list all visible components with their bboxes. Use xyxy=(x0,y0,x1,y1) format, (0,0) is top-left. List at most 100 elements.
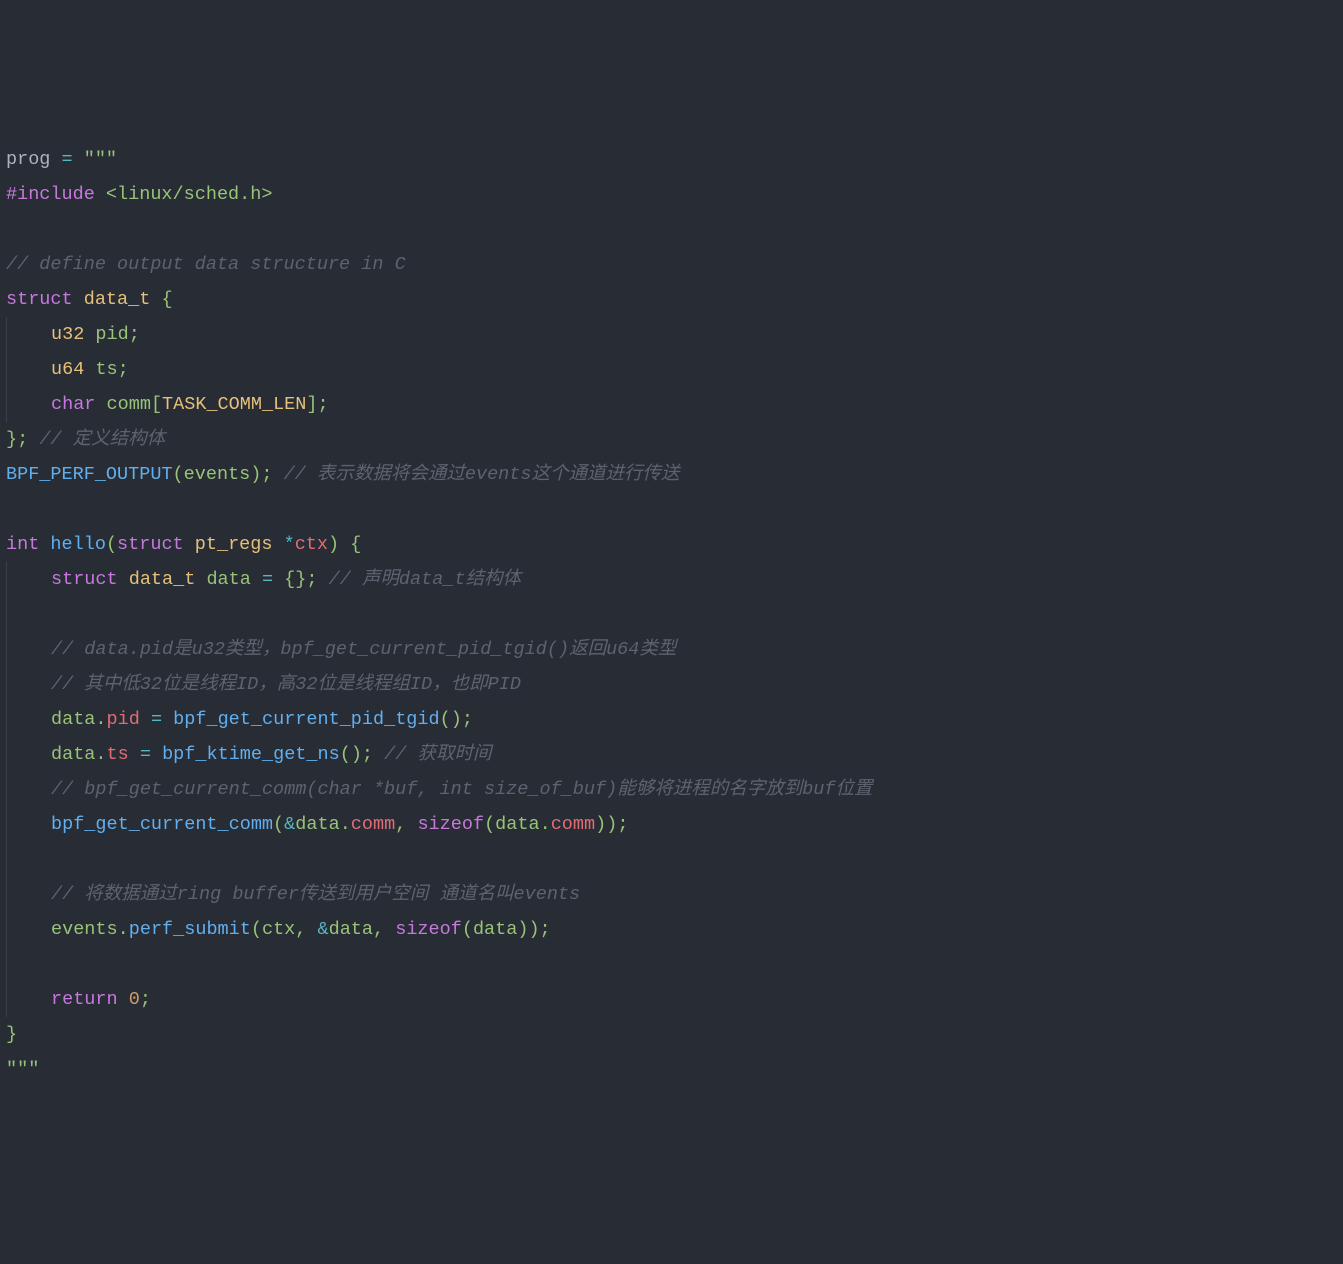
struct-close: }; xyxy=(6,429,39,450)
code-line[interactable] xyxy=(6,947,1343,982)
keyword-struct: struct xyxy=(51,569,118,590)
number-zero: 0 xyxy=(129,989,140,1010)
brace-close: } xyxy=(6,1024,17,1045)
function-hello: hello xyxy=(50,534,106,555)
space xyxy=(140,709,151,730)
dot: . xyxy=(118,919,129,940)
code-line[interactable]: // data.pid是u32类型，bpf_get_current_pid_tg… xyxy=(6,632,1343,667)
var-data: data xyxy=(206,569,262,590)
code-line[interactable]: }; // 定义结构体 xyxy=(6,422,1343,457)
task-comm-len: TASK_COMM_LEN xyxy=(162,394,306,415)
code-line[interactable] xyxy=(6,597,1343,632)
sizeof-arg1: (data xyxy=(484,814,540,835)
code-line[interactable]: data.ts = bpf_ktime_get_ns(); // 获取时间 xyxy=(6,737,1343,772)
args: (ctx, xyxy=(251,919,318,940)
code-line[interactable]: struct data_t { xyxy=(6,282,1343,317)
dot: . xyxy=(95,709,106,730)
code-line[interactable]: u64 ts; xyxy=(6,352,1343,387)
keyword-struct: struct xyxy=(117,534,184,555)
keyword-char: char xyxy=(51,394,95,415)
code-line[interactable]: events.perf_submit(ctx, &data, sizeof(da… xyxy=(6,912,1343,947)
code-line[interactable]: // 将数据通过ring buffer传送到用户空间 通道名叫events xyxy=(6,877,1343,912)
bracket-open: [ xyxy=(151,394,162,415)
paren-close-brace-open: ) { xyxy=(328,534,361,555)
field-comm: comm xyxy=(351,814,395,835)
type-u32: u32 xyxy=(51,324,84,345)
var-data: data xyxy=(51,744,95,765)
code-line[interactable]: return 0; xyxy=(6,982,1343,1017)
var-data: data xyxy=(51,709,95,730)
code-line[interactable]: } xyxy=(6,1017,1343,1052)
keyword-return: return xyxy=(51,989,118,1010)
comment: // 其中低32位是线程ID，高32位是线程组ID，也即PID xyxy=(51,674,521,695)
close: (data)); xyxy=(462,919,551,940)
operator-equals: = xyxy=(262,569,273,590)
keyword-sizeof: sizeof xyxy=(417,814,484,835)
fn-bpf-get-current-pid-tgid: bpf_get_current_pid_tgid xyxy=(173,709,439,730)
type-u64: u64 xyxy=(51,359,84,380)
code-line[interactable]: int hello(struct pt_regs *ctx) { xyxy=(6,527,1343,562)
operator-star: * xyxy=(284,534,295,555)
string-close: """ xyxy=(6,1059,39,1080)
code-line[interactable]: // 其中低32位是线程ID，高32位是线程组ID，也即PID xyxy=(6,667,1343,702)
code-line[interactable]: // bpf_get_current_comm(char *buf, int s… xyxy=(6,772,1343,807)
type-pt-regs: pt_regs xyxy=(184,534,284,555)
code-line[interactable] xyxy=(6,492,1343,527)
var-name: prog xyxy=(6,149,62,170)
space xyxy=(129,744,140,765)
space xyxy=(162,709,173,730)
include-path: <linux/sched.h> xyxy=(106,184,273,205)
comment: // define output data structure in C xyxy=(6,254,406,275)
code-line[interactable]: bpf_get_current_comm(&data.comm, sizeof(… xyxy=(6,807,1343,842)
call-close: (); xyxy=(440,709,473,730)
comment: // 声明data_t结构体 xyxy=(329,569,521,590)
code-line[interactable]: """ xyxy=(6,1052,1343,1087)
fn-perf-submit: perf_submit xyxy=(129,919,251,940)
empty-init: {}; xyxy=(273,569,329,590)
space xyxy=(151,744,162,765)
operator-amp: & xyxy=(317,919,328,940)
semicolon: ; xyxy=(118,359,129,380)
code-line[interactable]: #include <linux/sched.h> xyxy=(6,177,1343,212)
operator-equals: = xyxy=(151,709,162,730)
code-line[interactable]: prog = """ xyxy=(6,142,1343,177)
code-line[interactable]: u32 pid; xyxy=(6,317,1343,352)
type-data-t: data_t xyxy=(118,569,207,590)
preprocessor-include: #include xyxy=(6,184,106,205)
comment: // data.pid是u32类型，bpf_get_current_pid_tg… xyxy=(51,639,676,660)
code-editor[interactable]: prog = """#include <linux/sched.h>// def… xyxy=(6,142,1343,1087)
dot: . xyxy=(95,744,106,765)
code-line[interactable]: BPF_PERF_OUTPUT(events); // 表示数据将会通过even… xyxy=(6,457,1343,492)
field-ts: ts xyxy=(107,744,129,765)
call-close: (); xyxy=(340,744,384,765)
field-pid: pid xyxy=(84,324,128,345)
dot: . xyxy=(540,814,551,835)
type-name: data_t xyxy=(73,289,162,310)
operator-equals: = xyxy=(140,744,151,765)
comment: // bpf_get_current_comm(char *buf, int s… xyxy=(51,779,873,800)
code-line[interactable]: // define output data structure in C xyxy=(6,247,1343,282)
code-line[interactable]: char comm[TASK_COMM_LEN]; xyxy=(6,387,1343,422)
code-line[interactable]: data.pid = bpf_get_current_pid_tgid(); xyxy=(6,702,1343,737)
brace-open: { xyxy=(161,289,172,310)
comment: // 获取时间 xyxy=(384,744,491,765)
code-line[interactable] xyxy=(6,212,1343,247)
comma: , xyxy=(395,814,417,835)
field-ts: ts xyxy=(84,359,117,380)
field-comm: comm xyxy=(551,814,595,835)
fn-bpf-get-current-comm: bpf_get_current_comm xyxy=(51,814,273,835)
field-comm: comm xyxy=(95,394,151,415)
paren-open: ( xyxy=(106,534,117,555)
operator-equals: = xyxy=(62,149,73,170)
dot: . xyxy=(340,814,351,835)
keyword-struct: struct xyxy=(6,289,73,310)
code-line[interactable] xyxy=(6,842,1343,877)
var-events: events xyxy=(51,919,118,940)
semicolon: ; xyxy=(140,989,151,1010)
var-data: data xyxy=(295,814,339,835)
comment: // 表示数据将会通过events这个通道进行传送 xyxy=(284,464,680,485)
close: )); xyxy=(595,814,628,835)
comment: // 定义结构体 xyxy=(39,429,165,450)
arg-data: data, xyxy=(329,919,396,940)
code-line[interactable]: struct data_t data = {}; // 声明data_t结构体 xyxy=(6,562,1343,597)
